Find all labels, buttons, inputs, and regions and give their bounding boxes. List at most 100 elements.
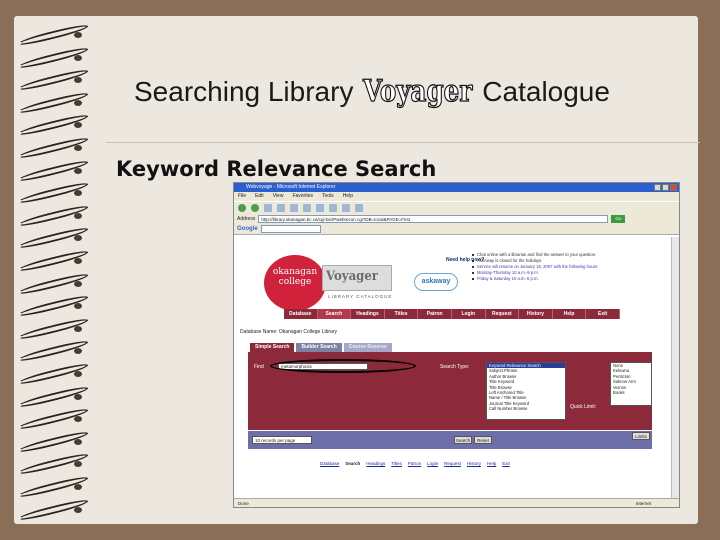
- search-type-list[interactable]: Keyword Relevance Search Subject Phrase Au…: [486, 362, 566, 420]
- footer-link[interactable]: Search: [345, 461, 360, 466]
- footer-link[interactable]: Exit: [502, 461, 510, 466]
- address-bar: Address http://library.okanagan.bc.ca/cg…: [234, 213, 679, 224]
- security-zone: Internet: [635, 501, 651, 506]
- spiral-ring: [18, 496, 92, 523]
- menu-edit[interactable]: Edit: [255, 192, 264, 201]
- voyager-logo: Voyager: [326, 269, 378, 284]
- nav-database[interactable]: Database: [284, 309, 318, 319]
- nav-request[interactable]: Request: [486, 309, 520, 319]
- footer-link[interactable]: Help: [487, 461, 496, 466]
- limits-button[interactable]: Limits: [632, 432, 650, 440]
- nav-search[interactable]: Search: [317, 309, 352, 319]
- search-type-label: Search Type:: [440, 364, 470, 370]
- browser-status-bar: Done Internet: [234, 498, 679, 507]
- google-logo: Google: [237, 226, 258, 232]
- search-type-option[interactable]: Call Number Browse: [487, 406, 565, 411]
- spiral-ring: [18, 338, 92, 365]
- spiral-ring: [18, 451, 92, 478]
- footer-link[interactable]: History: [467, 461, 481, 466]
- tab-simple-search[interactable]: Simple Search: [250, 343, 295, 352]
- per-page-select[interactable]: 10 records per page: [252, 436, 312, 444]
- search-options-bar: 10 records per page Search Reset Limits: [248, 431, 652, 449]
- menu-tools[interactable]: Tools: [322, 192, 334, 201]
- voyager-logo-subtitle: LIBRARY CATALOGUE: [328, 294, 393, 299]
- askaway-info: Chat online with a librarian and find th…: [472, 252, 672, 282]
- url-input[interactable]: http://library.okanagan.bc.ca/cgi-bin/Pw…: [258, 214, 609, 223]
- footer-link[interactable]: Request: [444, 461, 461, 466]
- window-title: Webvoyage - Microsoft Internet Explorer: [246, 184, 336, 190]
- tab-course-reserve[interactable]: Course Reserve: [343, 343, 392, 352]
- spiral-binding: [14, 22, 94, 530]
- slide-page: Searching Library Voyager Catalogue Keyw…: [14, 16, 700, 524]
- reset-button[interactable]: Reset: [474, 436, 492, 444]
- nav-history[interactable]: History: [519, 309, 553, 319]
- refresh-icon[interactable]: [277, 203, 285, 212]
- footer-link[interactable]: Headings: [366, 461, 385, 466]
- footer-links: Database Search Headings Titles Patron Login R…: [320, 461, 510, 466]
- mail-icon[interactable]: [342, 203, 350, 212]
- nav-login[interactable]: Login: [452, 309, 486, 319]
- nav-exit[interactable]: Exit: [586, 309, 620, 319]
- spiral-ring: [18, 474, 92, 500]
- browser-screenshot: Webvoyage - Microsoft Internet Explorer …: [233, 182, 680, 508]
- minimize-icon[interactable]: [654, 184, 661, 191]
- spiral-ring: [18, 157, 92, 184]
- nav-patron[interactable]: Patron: [418, 309, 452, 319]
- back-icon[interactable]: [238, 203, 246, 212]
- footer-link[interactable]: Database: [320, 461, 339, 466]
- close-icon[interactable]: [670, 184, 677, 191]
- browser-menu-bar: File Edit View Favorites Tools Help: [234, 192, 679, 201]
- vertical-scrollbar[interactable]: [671, 237, 679, 499]
- maximize-icon[interactable]: [662, 184, 669, 191]
- quick-limit-label: Quick Limit:: [570, 404, 597, 410]
- spiral-ring: [18, 44, 92, 71]
- spiral-ring: [18, 67, 92, 93]
- footer-link[interactable]: Titles: [391, 461, 402, 466]
- menu-help[interactable]: Help: [343, 192, 353, 201]
- slide-title: Searching Library Voyager Catalogue: [134, 73, 610, 109]
- search-icon[interactable]: [303, 203, 311, 212]
- spiral-ring: [18, 248, 92, 274]
- google-toolbar: Google: [234, 224, 679, 235]
- askaway-button[interactable]: askaway: [414, 273, 458, 291]
- highlight-oval: [270, 359, 416, 373]
- college-logo-text: okanagan college: [272, 267, 318, 287]
- browser-title-bar: Webvoyage - Microsoft Internet Explorer: [234, 183, 679, 192]
- nav-titles[interactable]: Titles: [385, 309, 419, 319]
- spiral-ring: [18, 361, 92, 387]
- nav-headings[interactable]: Headings: [351, 309, 385, 319]
- menu-favorites[interactable]: Favorites: [292, 192, 313, 201]
- menu-view[interactable]: View: [273, 192, 284, 201]
- spiral-ring: [18, 135, 92, 161]
- go-button[interactable]: Go: [611, 214, 626, 223]
- search-tabs: Simple Search Builder Search Course Rese…: [250, 343, 392, 352]
- spiral-ring: [18, 112, 92, 139]
- menu-file[interactable]: File: [238, 192, 246, 201]
- slide-subtitle: Keyword Relevance Search: [116, 157, 437, 181]
- footer-link[interactable]: Login: [427, 461, 438, 466]
- spiral-ring: [18, 180, 92, 206]
- info-item: Friday & Saturday 10 a.m.-5 p.m.: [472, 276, 672, 282]
- title-divider: [106, 142, 700, 143]
- tab-builder-search[interactable]: Builder Search: [296, 343, 342, 352]
- quick-limit-list[interactable]: None Kelowna Penticton Salmon Arm Vernon Book…: [610, 362, 652, 406]
- spiral-ring: [18, 429, 92, 455]
- stop-icon[interactable]: [264, 203, 272, 212]
- history-icon[interactable]: [329, 203, 337, 212]
- spiral-ring: [18, 203, 92, 229]
- browser-toolbar: [234, 201, 679, 213]
- forward-icon[interactable]: [251, 203, 259, 212]
- home-icon[interactable]: [290, 203, 298, 212]
- print-icon[interactable]: [355, 203, 363, 212]
- favorites-icon[interactable]: [316, 203, 324, 212]
- status-text: Done: [238, 501, 249, 506]
- quick-limit-option[interactable]: Books: [611, 390, 651, 395]
- address-label: Address: [237, 215, 256, 222]
- spiral-ring: [18, 316, 92, 342]
- search-button[interactable]: Search: [454, 436, 472, 444]
- spiral-ring: [18, 383, 92, 410]
- nav-help[interactable]: Help: [553, 309, 587, 319]
- footer-link[interactable]: Patron: [408, 461, 421, 466]
- window-buttons: [654, 184, 677, 191]
- google-search-input[interactable]: [260, 225, 321, 233]
